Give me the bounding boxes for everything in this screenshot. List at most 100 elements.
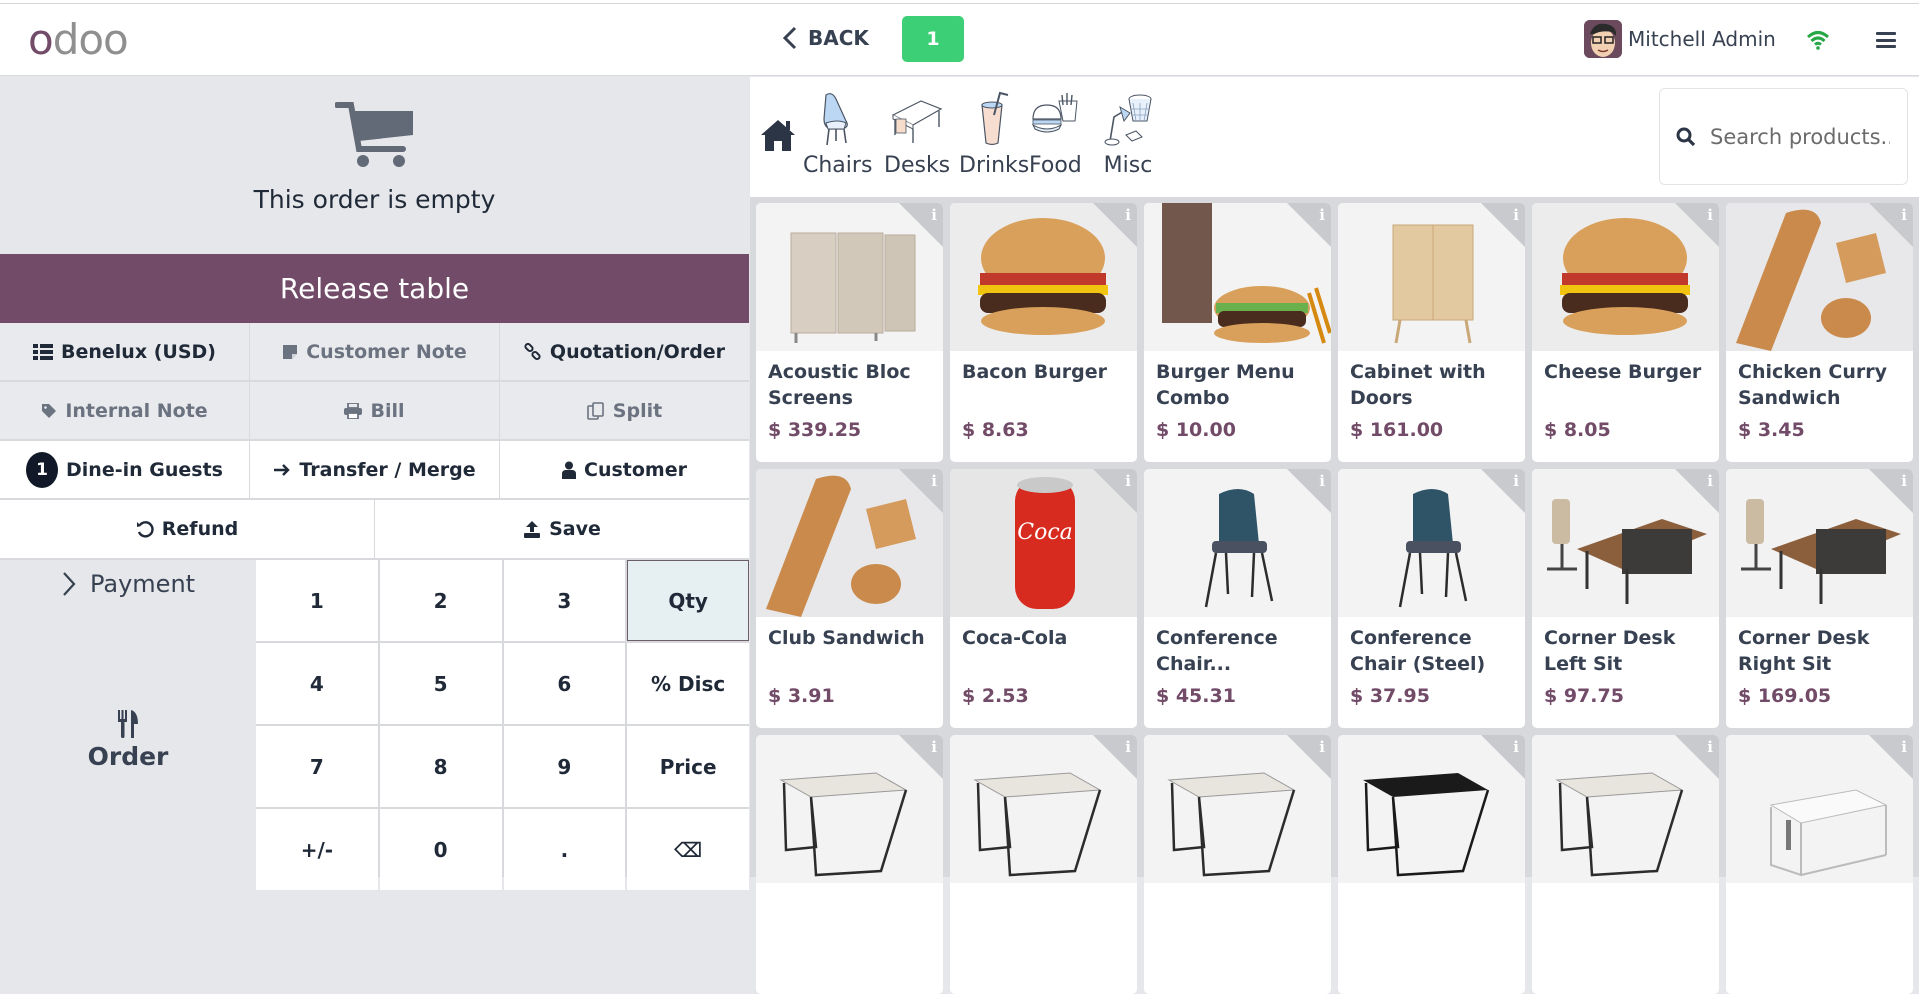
discount-key[interactable]: % Disc bbox=[627, 643, 749, 724]
shopping-cart-icon bbox=[334, 102, 413, 167]
search-box[interactable] bbox=[1659, 88, 1908, 185]
product-price: $ 339.25 bbox=[768, 419, 862, 441]
digit-key-0[interactable]: 0 bbox=[379, 809, 502, 890]
info-icon[interactable]: i bbox=[931, 738, 937, 756]
backspace-key[interactable]: ⌫ bbox=[627, 809, 749, 890]
hamburger-menu-icon[interactable] bbox=[1876, 32, 1896, 48]
dine-in-guests-button[interactable]: 1 Dine-in Guests bbox=[0, 441, 250, 498]
transfer-merge-button[interactable]: Transfer / Merge bbox=[250, 441, 500, 498]
info-icon[interactable]: i bbox=[1319, 206, 1325, 224]
info-icon[interactable]: i bbox=[1513, 738, 1519, 756]
digit-key-9[interactable]: 9 bbox=[503, 726, 626, 807]
sign-key[interactable]: +/- bbox=[256, 809, 378, 890]
info-icon[interactable]: i bbox=[1125, 738, 1131, 756]
desk-icon bbox=[891, 100, 943, 143]
user-menu[interactable]: Mitchell Admin bbox=[1584, 20, 1776, 58]
info-icon[interactable]: i bbox=[1707, 738, 1713, 756]
digit-key-4[interactable]: 4 bbox=[256, 643, 378, 724]
release-table-button[interactable]: Release table bbox=[0, 254, 749, 323]
digit-key-3[interactable]: 3 bbox=[503, 560, 626, 641]
product-price: $ 2.53 bbox=[962, 685, 1029, 707]
info-icon[interactable]: i bbox=[1707, 472, 1713, 490]
product-card[interactable]: i Acoustic Bloc Screens $ 339.25 bbox=[756, 203, 943, 462]
refund-button[interactable]: Refund bbox=[0, 500, 375, 558]
product-card[interactable]: i bbox=[1726, 735, 1913, 994]
drink-icon bbox=[981, 91, 1009, 146]
product-card[interactable]: i Burger Menu Combo $ 10.00 bbox=[1144, 203, 1331, 462]
product-name: Club Sandwich bbox=[768, 627, 925, 649]
info-icon[interactable]: i bbox=[1513, 472, 1519, 490]
table-number-badge[interactable]: 1 bbox=[902, 16, 964, 62]
digit-key-7[interactable]: 7 bbox=[256, 726, 378, 807]
back-button[interactable]: BACK bbox=[782, 26, 869, 50]
guest-count-badge: 1 bbox=[26, 451, 59, 488]
info-icon[interactable]: i bbox=[1901, 472, 1907, 490]
info-icon[interactable]: i bbox=[1901, 206, 1907, 224]
digit-key-5[interactable]: 5 bbox=[379, 643, 502, 724]
customer-note-button[interactable]: Customer Note bbox=[250, 323, 500, 380]
product-card[interactable]: i bbox=[1532, 735, 1719, 994]
digit-key-2[interactable]: 2 bbox=[379, 560, 502, 641]
product-price: $ 161.00 bbox=[1350, 419, 1444, 441]
numpad: 1 2 3 Qty 4 5 6% Disc 7 8 9 Price +/- 0. ⌫ bbox=[256, 560, 749, 890]
home-icon[interactable] bbox=[759, 118, 797, 152]
product-card[interactable]: i Bacon Burger $ 8.63 bbox=[950, 203, 1137, 462]
info-icon[interactable]: i bbox=[1901, 738, 1907, 756]
product-card[interactable]: i Club Sandwich $ 3.91 bbox=[756, 469, 943, 728]
save-button[interactable]: Save bbox=[375, 500, 749, 558]
order-button[interactable]: Order bbox=[0, 710, 256, 771]
decimal-key[interactable]: . bbox=[503, 809, 626, 890]
product-card[interactable]: i Conference Chair... $ 45.31 bbox=[1144, 469, 1331, 728]
control-row-2: Internal Note Bill Split bbox=[0, 382, 749, 441]
info-icon[interactable]: i bbox=[1319, 738, 1325, 756]
info-icon[interactable]: i bbox=[931, 472, 937, 490]
internal-note-button[interactable]: Internal Note bbox=[0, 382, 250, 439]
chevron-right-icon bbox=[63, 572, 76, 596]
product-name: Conference Chair (Steel) bbox=[1350, 627, 1486, 675]
category-drinks[interactable]: Drinks bbox=[959, 91, 1029, 178]
category-misc[interactable]: Misc bbox=[1102, 91, 1154, 178]
product-card[interactable]: i Corner Desk Left Sit $ 97.75 bbox=[1532, 469, 1719, 728]
product-card[interactable]: i Conference Chair (Steel) $ 37.95 bbox=[1338, 469, 1525, 728]
user-name: Mitchell Admin bbox=[1628, 27, 1776, 51]
info-icon[interactable]: i bbox=[1125, 472, 1131, 490]
info-icon[interactable]: i bbox=[1125, 206, 1131, 224]
split-button[interactable]: Split bbox=[500, 382, 749, 439]
product-price: $ 10.00 bbox=[1156, 419, 1236, 441]
customer-button[interactable]: Customer bbox=[500, 441, 749, 498]
info-icon[interactable]: i bbox=[931, 206, 937, 224]
product-card[interactable]: i bbox=[1338, 735, 1525, 994]
product-card[interactable]: Coca i Coca-Cola $ 2.53 bbox=[950, 469, 1137, 728]
info-icon[interactable]: i bbox=[1319, 472, 1325, 490]
digit-key-6[interactable]: 6 bbox=[503, 643, 626, 724]
product-card[interactable]: i Chicken Curry Sandwich $ 3.45 bbox=[1726, 203, 1913, 462]
product-card[interactable]: i Corner Desk Right Sit $ 169.05 bbox=[1726, 469, 1913, 728]
category-chairs[interactable]: Chairs bbox=[803, 91, 872, 178]
payment-button[interactable]: Payment bbox=[62, 570, 195, 598]
product-card[interactable]: i bbox=[756, 735, 943, 994]
product-price: $ 3.45 bbox=[1738, 419, 1805, 441]
order-panel: This order is empty Release table Benelu… bbox=[0, 77, 749, 890]
search-input[interactable] bbox=[1710, 124, 1890, 149]
product-card[interactable]: i bbox=[1144, 735, 1331, 994]
category-label: Desks bbox=[884, 153, 951, 178]
category-label: Drinks bbox=[959, 153, 1030, 178]
category-desks[interactable]: Desks bbox=[884, 91, 950, 178]
info-icon[interactable]: i bbox=[1513, 206, 1519, 224]
quantity-key[interactable]: Qty bbox=[627, 560, 749, 641]
product-card[interactable]: i Cabinet with Doors $ 161.00 bbox=[1338, 203, 1525, 462]
pricelist-button[interactable]: Benelux (USD) bbox=[0, 323, 250, 380]
info-icon[interactable]: i bbox=[1707, 206, 1713, 224]
avatar bbox=[1584, 20, 1622, 58]
digit-key-1[interactable]: 1 bbox=[256, 560, 378, 641]
product-card[interactable]: i bbox=[950, 735, 1137, 994]
product-card[interactable]: i Cheese Burger $ 8.05 bbox=[1532, 203, 1719, 462]
quotation-order-button[interactable]: Quotation/Order bbox=[500, 323, 749, 380]
bill-button[interactable]: Bill bbox=[250, 382, 500, 439]
category-food[interactable]: Food bbox=[1029, 91, 1082, 178]
product-price: $ 169.05 bbox=[1738, 685, 1832, 707]
user-icon bbox=[562, 461, 576, 479]
digit-key-8[interactable]: 8 bbox=[379, 726, 502, 807]
undo-icon bbox=[136, 521, 154, 538]
price-key[interactable]: Price bbox=[627, 726, 749, 807]
